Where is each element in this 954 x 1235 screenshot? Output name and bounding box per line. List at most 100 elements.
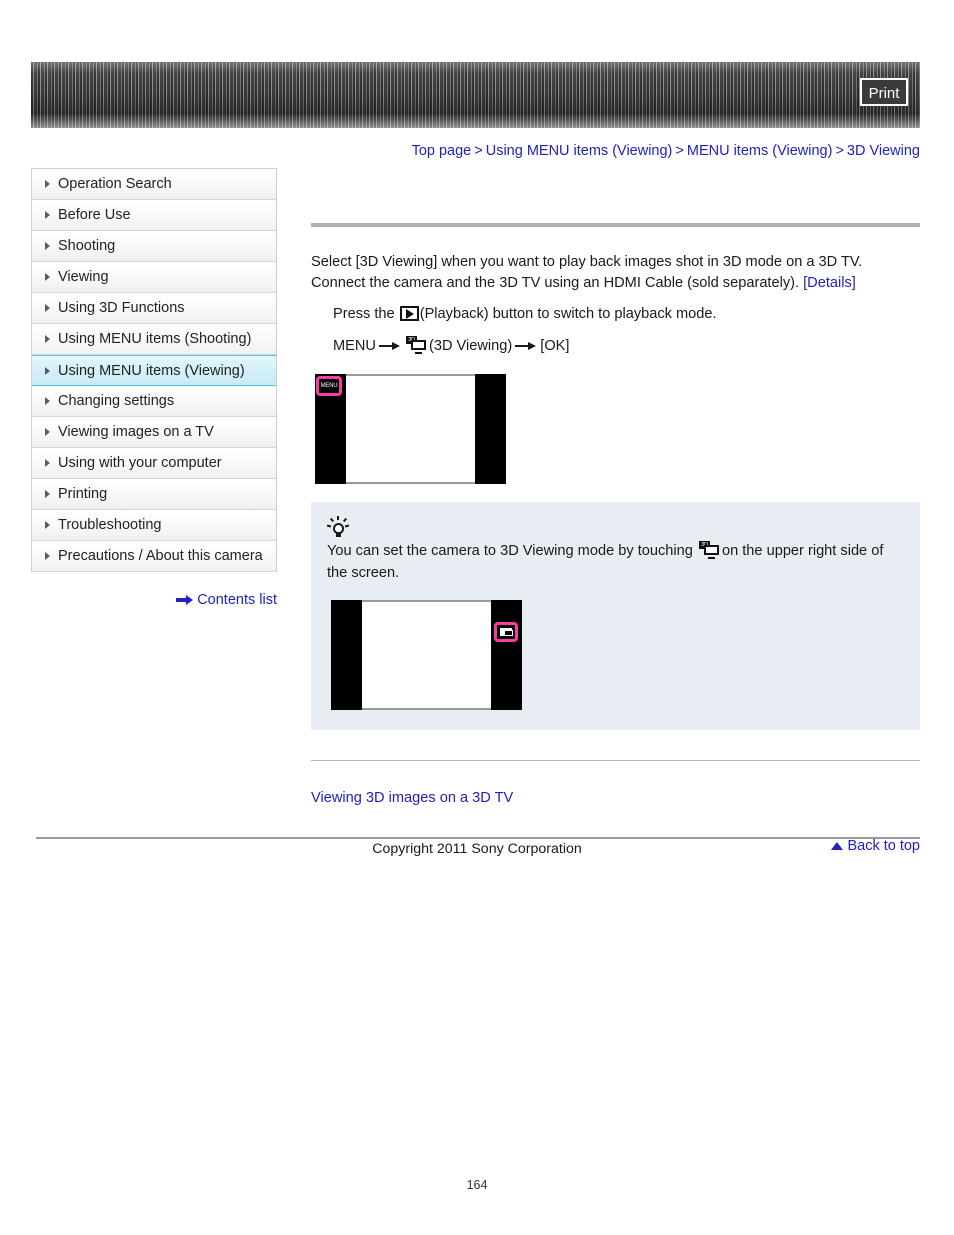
header-banner: Print	[31, 62, 920, 128]
content-top-divider	[311, 223, 920, 227]
intro-paragraph: Select [3D Viewing] when you want to pla…	[311, 252, 920, 294]
menu-button-marker: MENU	[316, 376, 342, 396]
sidebar-item-label: Changing settings	[58, 393, 175, 409]
content-bottom-divider	[311, 760, 920, 761]
triangle-bullet-icon	[45, 428, 50, 436]
sidebar-item-label: Using with your computer	[58, 455, 222, 471]
triangle-bullet-icon	[45, 552, 50, 560]
sidebar-item-label: Using MENU items (Shooting)	[58, 331, 252, 347]
sidebar-item-using-menu-items-shooting[interactable]: Using MENU items (Shooting)	[32, 324, 276, 355]
bulb-ray	[329, 517, 335, 523]
lightbulb-icon	[326, 516, 350, 538]
sidebar-item-before-use[interactable]: Before Use	[32, 200, 276, 231]
bulb-ray	[337, 516, 339, 520]
tip-box: You can set the camera to 3D Viewing mod…	[311, 502, 920, 730]
tv-stand-shape	[707, 557, 715, 559]
sidebar-item-operation-search[interactable]: Operation Search	[32, 169, 276, 200]
triangle-bullet-icon	[45, 304, 50, 312]
sidebar-item-label: Using 3D Functions	[58, 300, 185, 316]
triangle-bullet-icon	[45, 366, 50, 375]
step-playback-instruction: Press the (Playback) button to switch to…	[333, 303, 920, 326]
breadcrumb-item-using-menu-items-viewing[interactable]: Using MENU items (Viewing)	[486, 143, 673, 159]
3d-viewing-label: (3D Viewing)	[428, 338, 513, 354]
breadcrumb-separator: >	[835, 143, 844, 159]
breadcrumb-separator: >	[675, 143, 684, 159]
arrow-right-icon	[515, 341, 537, 351]
triangle-bullet-icon	[45, 397, 50, 405]
sidebar-item-label: Shooting	[58, 238, 116, 254]
breadcrumb-separator: >	[474, 143, 483, 159]
breadcrumb: Top page > Using MENU items (Viewing) > MENU…	[31, 143, 920, 159]
sidebar-item-label: Using MENU items (Viewing)	[58, 363, 245, 379]
sidebar-item-label: Before Use	[58, 207, 131, 223]
breadcrumb-item-menu-items-viewing[interactable]: MENU items (Viewing)	[687, 143, 833, 159]
sidebar-item-shooting[interactable]: Shooting	[32, 231, 276, 262]
tv-stand-shape	[414, 352, 422, 354]
step-text-after: (Playback) button to switch to playback …	[419, 306, 717, 322]
tv-screen-shape	[410, 340, 426, 350]
contents-list: Contents list	[31, 592, 277, 608]
step-menu-instruction: MENU 3D(3D Viewing) [OK]	[333, 335, 920, 358]
related-link-container: Viewing 3D images on a 3D TV	[311, 790, 920, 806]
sidebar-item-viewing[interactable]: Viewing	[32, 262, 276, 293]
sidebar-navigation: Operation Search Before Use Shooting Vie…	[31, 168, 277, 572]
sidebar-item-viewing-images-on-a-tv[interactable]: Viewing images on a TV	[32, 417, 276, 448]
bulb-ray	[342, 517, 348, 523]
mini-tv-shape-secondary	[504, 630, 513, 636]
triangle-bullet-icon	[45, 180, 50, 188]
sidebar-item-using-with-your-computer[interactable]: Using with your computer	[32, 448, 276, 479]
tip-text: You can set the camera to 3D Viewing mod…	[327, 540, 904, 584]
sidebar-item-label: Viewing images on a TV	[58, 424, 214, 440]
sidebar-item-troubleshooting[interactable]: Troubleshooting	[32, 510, 276, 541]
camera-screen-illustration-menu: MENU	[315, 374, 506, 484]
sidebar-item-changing-settings[interactable]: Changing settings	[32, 386, 276, 417]
screen-right-bar	[475, 374, 506, 484]
intro-text: Select [3D Viewing] when you want to pla…	[311, 254, 863, 291]
main-content: Select [3D Viewing] when you want to pla…	[311, 168, 920, 854]
sidebar-item-using-3d-functions[interactable]: Using 3D Functions	[32, 293, 276, 324]
breadcrumb-item-3d-viewing[interactable]: 3D Viewing	[847, 143, 920, 159]
bulb-ray	[326, 524, 332, 528]
menu-button-label: MENU	[320, 383, 338, 389]
camera-screen-illustration-3d-icon	[331, 600, 522, 710]
sidebar-item-precautions-about-this-camera[interactable]: Precautions / About this camera	[32, 541, 276, 572]
sidebar-item-label: Precautions / About this camera	[58, 548, 263, 564]
triangle-bullet-icon	[45, 521, 50, 529]
triangle-bullet-icon	[45, 211, 50, 219]
contents-list-link[interactable]: Contents list	[197, 592, 277, 608]
tv-screen-shape	[703, 545, 719, 555]
print-button[interactable]: Print	[860, 78, 908, 106]
footer-divider	[36, 837, 920, 839]
related-link-viewing-3d-images[interactable]: Viewing 3D images on a 3D TV	[311, 790, 513, 806]
details-link[interactable]: [Details]	[803, 275, 856, 291]
arrow-right-icon	[378, 341, 401, 351]
screen-left-bar	[331, 600, 362, 710]
3d-viewing-icon: 3D	[405, 336, 427, 354]
page-number: 164	[466, 1178, 488, 1192]
3d-viewing-button-marker	[494, 622, 518, 642]
sidebar-item-using-menu-items-viewing[interactable]: Using MENU items (Viewing)	[32, 355, 276, 386]
screen-right-bar	[491, 600, 522, 710]
3d-viewing-icon: 3D	[698, 541, 720, 559]
sidebar-item-label: Operation Search	[58, 176, 172, 192]
triangle-bullet-icon	[45, 273, 50, 281]
breadcrumb-item-top-page[interactable]: Top page	[412, 143, 472, 159]
arrow-right-icon	[176, 595, 194, 606]
sidebar-item-label: Printing	[58, 486, 108, 502]
ok-label: [OK]	[540, 338, 570, 354]
copyright-text: Copyright 2011 Sony Corporation	[372, 841, 582, 857]
triangle-bullet-icon	[45, 242, 50, 250]
sidebar-item-printing[interactable]: Printing	[32, 479, 276, 510]
bulb-ray	[344, 524, 350, 528]
tip-text-before: You can set the camera to 3D Viewing mod…	[327, 543, 697, 559]
screen-center-pane	[346, 374, 475, 484]
triangle-bullet-icon	[45, 459, 50, 467]
menu-label: MENU	[333, 338, 376, 354]
sidebar-item-label: Viewing	[58, 269, 109, 285]
triangle-bullet-icon	[45, 335, 50, 343]
sidebar-item-label: Troubleshooting	[58, 517, 162, 533]
playback-icon	[399, 306, 419, 321]
triangle-bullet-icon	[45, 490, 50, 498]
step-text-before: Press the	[333, 306, 399, 322]
bulb-base-shape	[336, 533, 341, 537]
